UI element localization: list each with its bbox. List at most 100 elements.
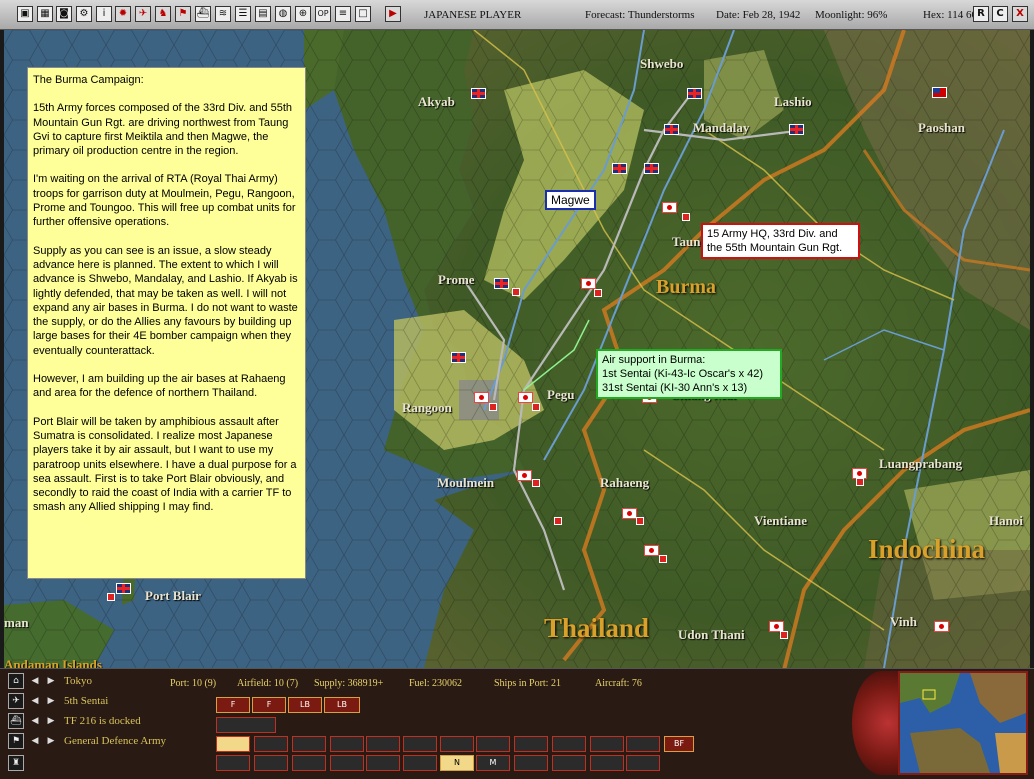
fighter-group-button[interactable]: F (252, 697, 286, 713)
shwebo-base-icon[interactable] (687, 88, 702, 99)
paoshan-base-icon[interactable] (932, 87, 947, 98)
map-icon[interactable]: ▦ (37, 6, 53, 22)
flag-icon[interactable]: ⚑ (175, 6, 191, 22)
prev-arrow-icon[interactable]: ◀ (30, 695, 40, 707)
filter-button[interactable] (552, 755, 586, 771)
road-icon[interactable]: ≋ (215, 6, 231, 22)
base-dot-icon[interactable] (780, 631, 788, 639)
task-force-name[interactable]: TF 216 is docked (64, 715, 141, 727)
base-dot-icon[interactable] (489, 403, 497, 411)
bf-button[interactable]: BF (664, 736, 694, 752)
hq-icon[interactable]: ♜ (8, 755, 24, 771)
filter-button[interactable] (330, 755, 364, 771)
hq-unit-button[interactable] (476, 736, 510, 752)
c-button[interactable]: C (992, 6, 1008, 22)
prev-arrow-icon[interactable]: ◀ (30, 675, 40, 687)
filter-button[interactable] (403, 755, 437, 771)
prome-base-icon[interactable] (494, 278, 509, 289)
base-flag-icon[interactable] (644, 163, 659, 174)
base-icon[interactable]: ▤ (255, 6, 271, 22)
ship-icon[interactable]: ⛴ (8, 713, 24, 729)
list-icon[interactable]: ☰ (235, 6, 251, 22)
soldier-icon[interactable]: ♞ (155, 6, 171, 22)
lashio-base-icon[interactable] (789, 124, 804, 135)
prev-arrow-icon[interactable]: ◀ (30, 715, 40, 727)
prev-arrow-icon[interactable]: ◀ (30, 735, 40, 747)
base-dot-icon[interactable] (682, 213, 690, 221)
base-dot-icon[interactable] (532, 403, 540, 411)
unit-type-button[interactable] (330, 736, 364, 752)
base-dot-icon[interactable] (554, 517, 562, 525)
filter-button[interactable] (514, 755, 548, 771)
r-button[interactable]: R (973, 6, 989, 22)
fighter-group-button[interactable]: F (216, 697, 250, 713)
unit-type-button[interactable] (254, 736, 288, 752)
report-icon[interactable]: ≡ (335, 6, 351, 22)
strategic-map[interactable]: Akyab Shwebo Lashio Mandalay Paoshan Tau… (4, 30, 1030, 668)
filter-button[interactable] (254, 755, 288, 771)
vinh-base-icon[interactable] (934, 621, 949, 632)
camera-icon[interactable]: ◙ (56, 6, 72, 22)
info-icon[interactable]: i (96, 6, 112, 22)
infantry-unit-button[interactable] (292, 736, 326, 752)
base-dot-icon[interactable] (512, 288, 520, 296)
bomber-group-button[interactable]: LB (288, 697, 322, 713)
rahaeng-base-icon[interactable] (622, 508, 637, 519)
rangoon-base-icon[interactable] (474, 392, 489, 403)
next-arrow-icon[interactable]: ▶ (46, 695, 56, 707)
port-blair-base-icon[interactable] (116, 583, 131, 594)
unit-type-button[interactable] (216, 736, 250, 752)
filter-button[interactable] (292, 755, 326, 771)
hq-unit-button[interactable] (514, 736, 548, 752)
save-icon[interactable]: ▣ (17, 6, 33, 22)
ship-silhouette-icon[interactable] (216, 717, 276, 733)
akyab-base-icon[interactable] (471, 88, 486, 99)
flag-icon[interactable]: ⚑ (8, 733, 24, 749)
base-dot-icon[interactable] (532, 479, 540, 487)
japanese-base-icon[interactable] (644, 545, 659, 556)
window-icon[interactable]: □ (355, 6, 371, 22)
next-arrow-icon[interactable]: ▶ (46, 675, 56, 687)
unit-type-button[interactable] (440, 736, 474, 752)
base-dot-icon[interactable] (107, 593, 115, 601)
next-arrow-icon[interactable]: ▶ (46, 715, 56, 727)
base-icon[interactable]: ⌂ (8, 673, 24, 689)
base-dot-icon[interactable] (856, 478, 864, 486)
filter-button[interactable] (366, 755, 400, 771)
base-dot-icon[interactable] (636, 517, 644, 525)
japanese-base-icon[interactable] (662, 202, 677, 213)
pegu-base-icon[interactable] (518, 392, 533, 403)
aircraft-icon[interactable]: ✈ (8, 693, 24, 709)
air-unit-name[interactable]: 5th Sentai (64, 695, 108, 707)
next-arrow-icon[interactable]: ▶ (46, 735, 56, 747)
base-dot-icon[interactable] (594, 289, 602, 297)
aircraft-icon[interactable]: ✈ (135, 6, 151, 22)
globe-icon[interactable]: ◍ (275, 6, 291, 22)
base-dot-icon[interactable] (659, 555, 667, 563)
mandalay-base-icon[interactable] (664, 124, 679, 135)
unit-type-button[interactable] (366, 736, 400, 752)
moulmein-base-icon[interactable] (517, 470, 532, 481)
mini-map[interactable] (898, 671, 1028, 775)
mine-filter-button[interactable]: M (476, 755, 510, 771)
filter-button[interactable] (590, 755, 624, 771)
base-flag-icon[interactable] (451, 352, 466, 363)
base-flag-icon[interactable] (612, 163, 627, 174)
naval-filter-button[interactable]: N (440, 755, 474, 771)
play-icon[interactable]: ▶ (385, 6, 401, 22)
zoom-icon[interactable]: ⊕ (295, 6, 311, 22)
op-icon[interactable]: OP (315, 6, 331, 22)
hq-unit-button[interactable] (552, 736, 586, 752)
unit-type-button[interactable] (403, 736, 437, 752)
sun-icon[interactable]: ✹ (115, 6, 131, 22)
close-button[interactable]: X (1012, 6, 1028, 22)
hq-unit-button[interactable] (626, 736, 660, 752)
base-name[interactable]: Tokyo (64, 675, 92, 687)
filter-button[interactable] (626, 755, 660, 771)
hq-unit-button[interactable] (590, 736, 624, 752)
settings-icon[interactable]: ⚙ (76, 6, 92, 22)
filter-button[interactable] (216, 755, 250, 771)
hq-name[interactable]: General Defence Army (64, 735, 166, 747)
bomber-group-button[interactable]: LB (324, 697, 360, 713)
ship-icon[interactable]: ⛴ (195, 6, 211, 22)
